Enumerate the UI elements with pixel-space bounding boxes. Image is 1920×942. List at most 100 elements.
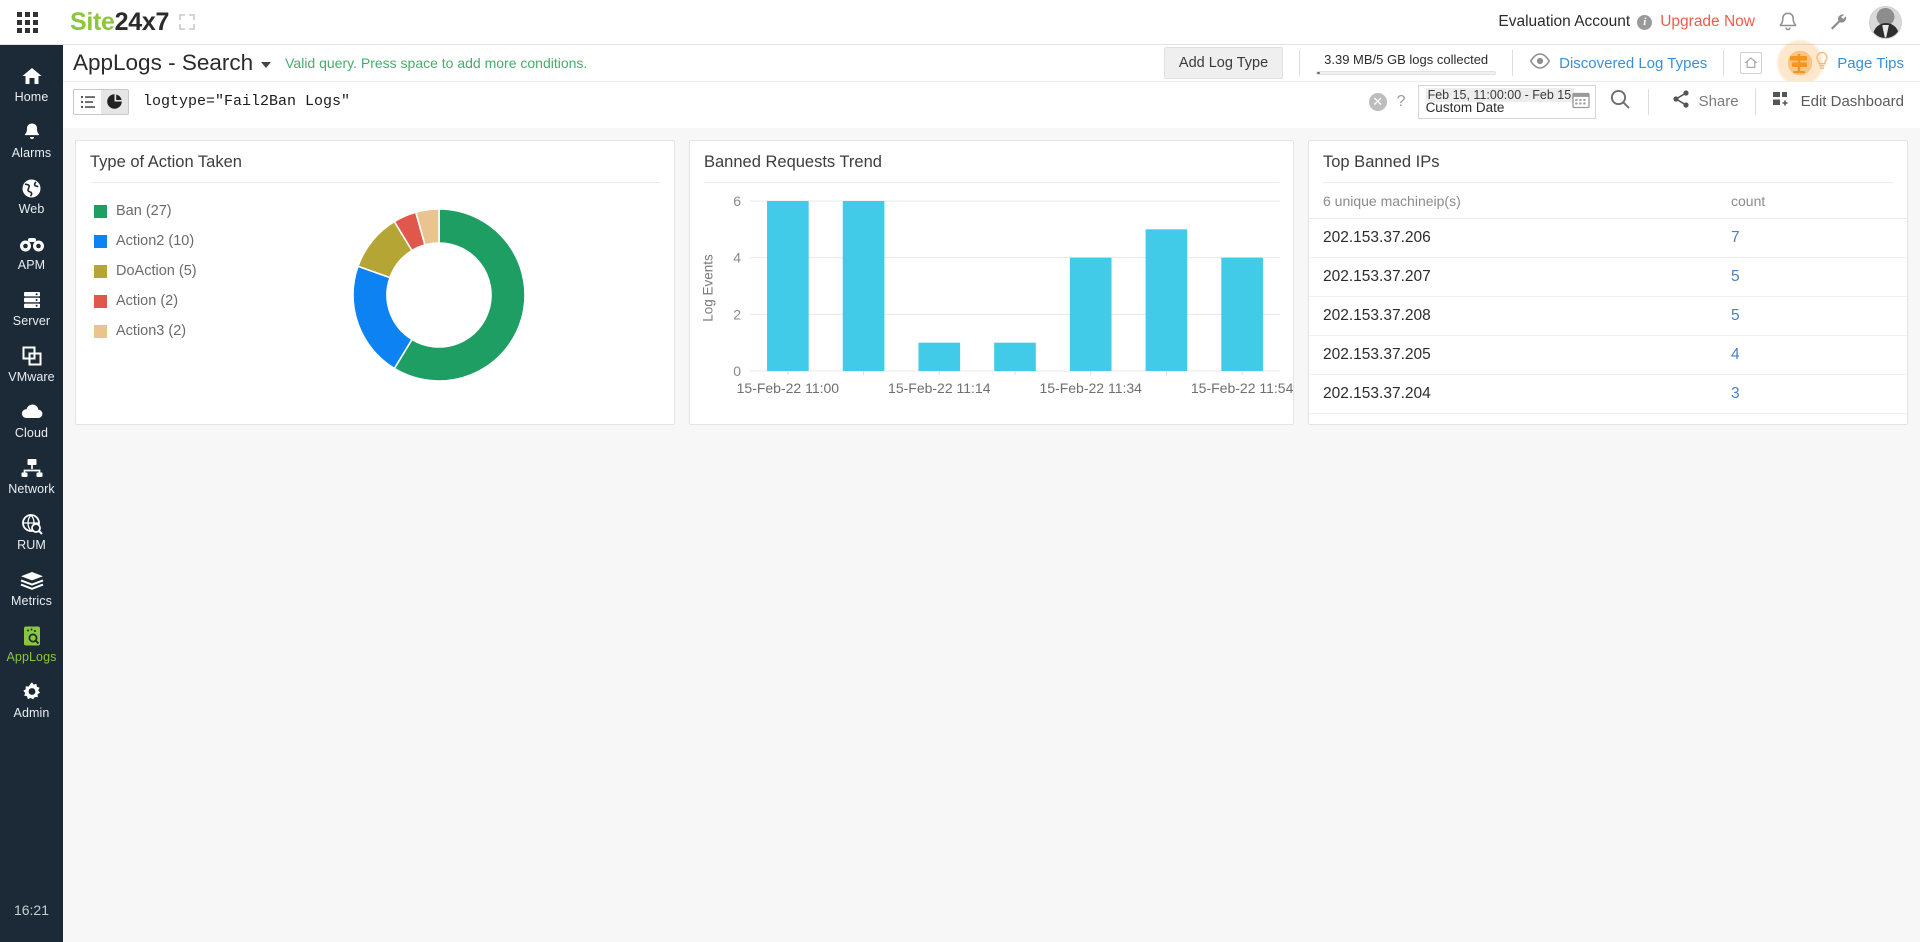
sidebar-item-apm[interactable]: APM (0, 223, 63, 279)
chevron-down-icon[interactable] (261, 62, 271, 68)
expand-icon[interactable] (178, 13, 196, 31)
sidebar-item-applogs[interactable]: AppLogs (0, 615, 63, 671)
sidebar-label: APM (18, 258, 45, 272)
donut-svg-wrap (271, 183, 674, 415)
bar[interactable] (1221, 258, 1263, 371)
page-tips-label[interactable]: Page Tips (1837, 55, 1904, 72)
lightbulb-icon (1814, 51, 1830, 76)
donut-chart[interactable] (329, 185, 549, 405)
sidebar-label: Metrics (11, 594, 52, 608)
sidebar-item-metrics[interactable]: Metrics (0, 559, 63, 615)
home-outline-icon[interactable] (1740, 52, 1762, 74)
card-top-banned-ips: Top Banned IPs 6 unique machineip(s) cou… (1308, 140, 1908, 425)
legend-item[interactable]: Action2 (10) (94, 233, 271, 249)
table-row[interactable]: 202.153.37.2054 (1309, 336, 1907, 375)
page-title[interactable]: AppLogs - Search (73, 50, 253, 76)
globe-icon (20, 176, 43, 200)
binoculars-icon (19, 232, 45, 256)
sidebar-label: Cloud (15, 426, 48, 440)
wrench-icon[interactable] (1821, 5, 1855, 39)
upgrade-now-link[interactable]: Upgrade Now (1660, 13, 1755, 31)
legend-swatch (94, 205, 107, 218)
sidebar-label: Web (19, 202, 45, 216)
bar[interactable] (994, 343, 1036, 371)
edit-dashboard-button[interactable]: Edit Dashboard (1772, 90, 1904, 113)
sidebar-item-web[interactable]: Web (0, 167, 63, 223)
cell-ip: 202.153.37.206 (1309, 219, 1717, 258)
sidebar-item-cloud[interactable]: Cloud (0, 391, 63, 447)
legend-item[interactable]: Action3 (2) (94, 323, 271, 339)
card-title: Banned Requests Trend (690, 141, 1293, 182)
bar[interactable] (1146, 229, 1188, 371)
share-button[interactable]: Share (1671, 89, 1739, 114)
legend-label: DoAction (5) (116, 263, 197, 279)
sidebar-label: Server (13, 314, 50, 328)
discovered-log-types-link[interactable]: Discovered Log Types (1559, 55, 1707, 72)
bar[interactable] (918, 343, 960, 371)
add-log-type-button[interactable]: Add Log Type (1164, 47, 1283, 79)
sidebar-item-rum[interactable]: RUM (0, 503, 63, 559)
cell-count[interactable]: 5 (1717, 258, 1907, 297)
page-tips-button[interactable]: Page Tips (1786, 50, 1904, 76)
cell-count[interactable]: 5 (1717, 297, 1907, 336)
sidebar-item-network[interactable]: Network (0, 447, 63, 503)
eye-icon[interactable] (1529, 53, 1551, 74)
info-icon[interactable]: i (1637, 15, 1652, 30)
date-range-picker[interactable]: Feb 15, 11:00:00 - Feb 15, 1... Custom D… (1418, 85, 1596, 119)
sidebar-label: Admin (14, 706, 50, 720)
table-row[interactable]: 202.153.37.2085 (1309, 297, 1907, 336)
date-range-mode: Custom Date (1426, 100, 1505, 115)
search-icon[interactable] (1608, 87, 1632, 116)
table-body: 202.153.37.2067202.153.37.2075202.153.37… (1309, 219, 1907, 414)
bar[interactable] (1070, 258, 1112, 371)
sidebar-label: AppLogs (6, 650, 56, 664)
bell-icon[interactable] (1771, 5, 1805, 39)
bar-chart[interactable]: 024615-Feb-22 11:0015-Feb-22 11:1415-Feb… (690, 183, 1293, 413)
column-header-ip: 6 unique machineip(s) (1309, 183, 1717, 219)
legend-item[interactable]: Ban (27) (94, 203, 271, 219)
share-label: Share (1699, 93, 1739, 110)
legend-label: Action3 (2) (116, 323, 186, 339)
divider (1512, 50, 1513, 76)
bar[interactable] (843, 201, 885, 371)
bar[interactable] (767, 201, 809, 371)
cell-count[interactable]: 4 (1717, 336, 1907, 375)
site24x7-logo[interactable]: Site24x7 (70, 8, 169, 37)
bar-chart-area: Log Events 024615-Feb-22 11:0015-Feb-22 … (690, 183, 1293, 415)
top-bar-right: Evaluation Account i Upgrade Now (1498, 5, 1920, 39)
legend-item[interactable]: DoAction (5) (94, 263, 271, 279)
help-icon[interactable]: ? (1397, 93, 1406, 111)
card-type-of-action-taken: Type of Action Taken Ban (27) Action2 (1… (75, 140, 675, 425)
home-icon (20, 64, 44, 88)
y-tick-label: 4 (733, 250, 741, 266)
calendar-icon[interactable] (1572, 90, 1590, 113)
grid-apps-icon[interactable] (14, 9, 40, 35)
account-label: Evaluation Account (1498, 13, 1630, 31)
table-row[interactable]: 202.153.37.2043 (1309, 375, 1907, 414)
cell-count[interactable]: 3 (1717, 375, 1907, 414)
sidebar-item-alarms[interactable]: Alarms (0, 111, 63, 167)
clear-icon[interactable]: ✕ (1369, 93, 1387, 111)
donut-slice-Action2[interactable] (353, 266, 412, 368)
sidebar-item-admin[interactable]: Admin (0, 671, 63, 727)
table-row[interactable]: 202.153.37.2067 (1309, 219, 1907, 258)
share-icon (1671, 89, 1691, 114)
top-banned-ips-table: 6 unique machineip(s) count 202.153.37.2… (1309, 183, 1907, 414)
table-row[interactable]: 202.153.37.2075 (1309, 258, 1907, 297)
stack-icon (19, 568, 45, 592)
legend-item[interactable]: Action (2) (94, 293, 271, 309)
sidebar-item-server[interactable]: Server (0, 279, 63, 335)
sidebar-item-home[interactable]: Home (0, 55, 63, 111)
pie-view-icon[interactable] (101, 90, 128, 114)
edit-dashboard-icon (1772, 90, 1792, 113)
sidebar-item-vmware[interactable]: VMware (0, 335, 63, 391)
sidebar-label: Network (8, 482, 55, 496)
cell-count[interactable]: 7 (1717, 219, 1907, 258)
search-input[interactable] (143, 93, 1369, 110)
user-avatar[interactable] (1869, 6, 1902, 39)
y-tick-label: 2 (733, 306, 741, 322)
page-header: AppLogs - Search Valid query. Press spac… (63, 45, 1920, 81)
list-view-icon[interactable] (74, 90, 101, 114)
legend-swatch (94, 235, 107, 248)
y-tick-label: 6 (733, 193, 741, 209)
